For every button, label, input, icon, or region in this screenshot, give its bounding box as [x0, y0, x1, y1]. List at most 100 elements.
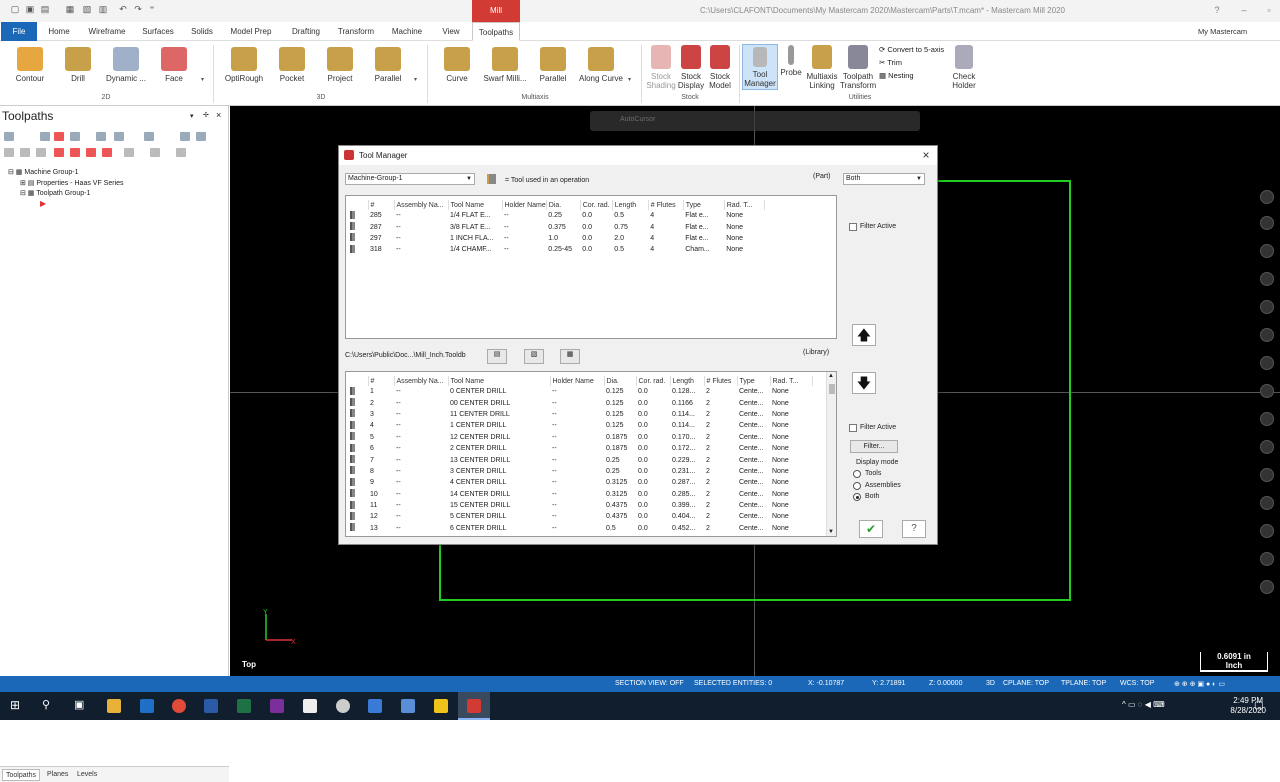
minimize-icon[interactable]: – [1237, 4, 1251, 16]
header-holder[interactable]: Holder Name [550, 376, 605, 386]
save-as-icon[interactable]: ▤ [40, 4, 50, 14]
scroll-insert-icon[interactable] [102, 148, 112, 157]
header-dia[interactable]: Dia. [546, 200, 581, 210]
toggle-post-icon[interactable] [36, 148, 46, 157]
wcs-status[interactable]: WCS: TOP [1120, 680, 1154, 687]
ok-button[interactable]: ✔ [859, 520, 883, 538]
gallery-expand-icon[interactable]: ▾ [414, 76, 417, 83]
excel-icon[interactable] [237, 699, 251, 713]
table-row[interactable]: 7 -- 13 CENTER DRILL -- 0.25 0.0 0.229... 2 Cent… [348, 454, 812, 465]
gallery-expand-icon[interactable]: ▾ [201, 76, 204, 83]
notification-icon[interactable]: ▢ [1254, 700, 1263, 711]
stock-model-button[interactable]: Stock Model [704, 45, 736, 90]
header-cor-rad[interactable]: Cor. rad. [636, 376, 671, 386]
table-row[interactable]: 297 -- 1 INCH FLA... -- 1.0 0.0 2.0 4 Flat e... N… [348, 233, 764, 244]
insert-arrow-icon[interactable] [86, 148, 96, 157]
autocursor-toolbar[interactable]: AutoCursor [590, 111, 920, 131]
table-row[interactable]: 9 -- 4 CENTER DRILL -- 0.3125 0.0 0.287... 2 Cen… [348, 477, 812, 488]
table-row[interactable]: 11 -- 15 CENTER DRILL -- 0.4375 0.0 0.399... 2 C… [348, 500, 812, 511]
header-tool-name[interactable]: Tool Name [448, 376, 551, 386]
tab-transform[interactable]: Transform [334, 22, 378, 41]
dialog-close-icon[interactable]: × [919, 148, 933, 162]
tool-manager-button[interactable]: Tool Manager [742, 44, 778, 90]
my-mastercam-link[interactable]: My Mastercam [1198, 27, 1247, 36]
table-row[interactable]: 12 -- 5 CENTER DRILL -- 0.4375 0.0 0.404... 2 Ce… [348, 511, 812, 522]
panel-menu-icon[interactable]: ▾ [190, 112, 194, 120]
outlook-icon[interactable] [140, 699, 154, 713]
tray-icons[interactable]: ^ ▭ ◌ ◀ ⌨ [1122, 700, 1165, 709]
undo-icon[interactable]: ↶ [118, 4, 128, 14]
nesting-button[interactable]: ▦ Nesting [879, 71, 914, 80]
tab-planes-panel[interactable]: Planes [44, 769, 71, 781]
table-row[interactable]: 13 -- 6 CENTER DRILL -- 0.5 0.0 0.452... 2 Cente… [348, 523, 812, 534]
table-row[interactable]: 3 -- 11 CENTER DRILL -- 0.125 0.0 0.114... 2 Cen… [348, 409, 812, 420]
tab-drafting[interactable]: Drafting [284, 22, 328, 41]
library-settings-button[interactable]: ▦ [560, 349, 580, 364]
parallel-3d-button[interactable]: Parallel [362, 47, 414, 83]
stock-shading-button[interactable]: Stock Shading [645, 45, 677, 90]
mode-2d3d[interactable]: 3D [986, 680, 995, 687]
mastercam-taskbar-button[interactable] [458, 692, 490, 720]
check-holder-button[interactable]: Check Holder [946, 45, 982, 90]
help-button[interactable]: ? [902, 520, 926, 538]
scroll-thumb[interactable] [829, 384, 835, 394]
header-type[interactable]: Type [737, 376, 771, 386]
table-row[interactable]: 1 -- 0 CENTER DRILL -- 0.125 0.0 0.128... 2 Cent… [348, 386, 812, 397]
header-number[interactable]: # [368, 376, 395, 386]
mode-assemblies-option[interactable]: Assemblies [853, 482, 901, 490]
table-row[interactable]: 5 -- 12 CENTER DRILL -- 0.1875 0.0 0.170... 2 Ce… [348, 432, 812, 443]
table-row[interactable]: 10 -- 14 CENTER DRILL -- 0.3125 0.0 0.285... 2 C… [348, 489, 812, 500]
tab-surfaces[interactable]: Surfaces [138, 22, 178, 41]
table-row[interactable]: 287 -- 3/8 FLAT E... -- 0.375 0.0 0.75 4 Flat e.… [348, 221, 764, 232]
tab-toolpaths-panel[interactable]: Toolpaths [2, 769, 40, 781]
table-row[interactable]: 6 -- 2 CENTER DRILL -- 0.1875 0.0 0.172... 2 Cen… [348, 443, 812, 454]
wireframe-icon[interactable] [1260, 384, 1274, 398]
markup-icon[interactable] [1260, 328, 1274, 342]
open-icon[interactable]: ▧ [82, 4, 92, 14]
new-file-icon[interactable]: ▢ [10, 4, 20, 14]
filter-active-library[interactable]: Filter Active [849, 424, 896, 432]
collapse-icon[interactable] [176, 148, 186, 157]
header-assembly[interactable]: Assembly Na... [394, 200, 449, 210]
tree-toolpath-group[interactable]: ⊟ ▦ Toolpath Group-1 [20, 189, 90, 197]
move-down-icon[interactable] [54, 148, 64, 157]
tab-view[interactable]: View [436, 22, 466, 41]
face-button[interactable]: Face [148, 47, 200, 83]
header-number[interactable]: # [368, 200, 395, 210]
redo-icon[interactable]: ↷ [133, 4, 143, 14]
app-bird-icon[interactable] [336, 699, 350, 713]
contour-button[interactable]: Contour [4, 47, 56, 83]
zoom-in-icon[interactable] [1260, 190, 1274, 204]
print-icon[interactable]: ▦ [65, 4, 75, 14]
filter-active-checkbox[interactable] [849, 424, 857, 432]
optirough-button[interactable]: OptiRough [218, 47, 270, 83]
view-icon[interactable] [1260, 524, 1274, 538]
tree-properties[interactable]: ⊞ ▤ Properties - Haas VF Series [20, 179, 124, 187]
maximize-icon[interactable]: ▫ [1262, 4, 1276, 16]
part-tools-list[interactable]: # Assembly Na... Tool Name Holder Name D… [345, 195, 837, 339]
scroll-up-icon[interactable]: ▲ [828, 373, 834, 379]
gallery-expand-icon[interactable]: ▾ [628, 76, 631, 83]
library-tools-list[interactable]: # Assembly Na... Tool Name Holder Name D… [345, 371, 837, 537]
mode-tools-option[interactable]: Tools [853, 470, 881, 478]
tab-solids[interactable]: Solids [186, 22, 218, 41]
table-row[interactable]: 2 -- 00 CENTER DRILL -- 0.125 0.0 0.1166 2 Cente… [348, 397, 812, 408]
trim-button[interactable]: ✂ Trim [879, 58, 902, 67]
filter-button[interactable]: Filter... [850, 440, 898, 453]
header-tool-name[interactable]: Tool Name [448, 200, 503, 210]
header-rad-type[interactable]: Rad. T... [724, 200, 765, 210]
color-icon[interactable] [1260, 496, 1274, 510]
dynamic-button[interactable]: Dynamic ... [100, 47, 152, 83]
pin-icon[interactable]: ✢ [203, 111, 209, 119]
file-explorer-icon[interactable] [107, 699, 121, 713]
header-cor-rad[interactable]: Cor. rad. [580, 200, 613, 210]
calculator-icon[interactable] [401, 699, 415, 713]
open-library-button[interactable]: ▧ [524, 349, 544, 364]
help-icon[interactable]: ? [1210, 4, 1224, 16]
parallel-multi-button[interactable]: Parallel [527, 47, 579, 83]
dialog-titlebar[interactable]: Tool Manager × [339, 146, 937, 165]
backplot-icon[interactable] [70, 132, 80, 141]
tplane-status[interactable]: TPLANE: TOP [1061, 680, 1106, 687]
cplane-status[interactable]: CPLANE: TOP [1003, 680, 1049, 687]
hide-icon[interactable] [1260, 440, 1274, 454]
